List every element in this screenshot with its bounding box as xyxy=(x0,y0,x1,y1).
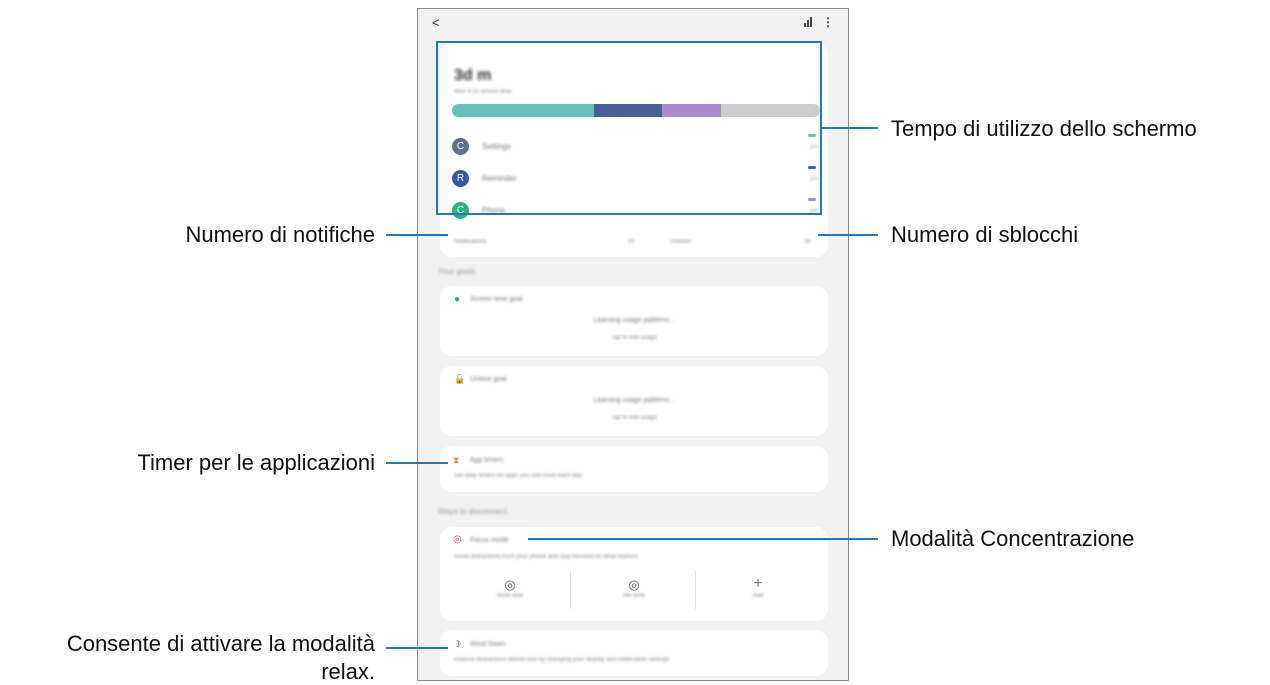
screen-time-goal-card[interactable]: ● Screen time goal Learning usage patter… xyxy=(440,286,828,356)
moon-icon: ☽ xyxy=(453,639,462,649)
screen-time-goal-sub: Tap to edit usage xyxy=(611,335,657,341)
app-timers-card[interactable]: ⧗ App timers Set daily timers for apps y… xyxy=(440,446,828,492)
focus-mode-title: Focus mode xyxy=(470,537,509,544)
callout-line-screen-time xyxy=(822,127,878,129)
clock-icon: ● xyxy=(454,294,461,305)
ways-to-disconnect-heading: Ways to disconnect xyxy=(438,507,508,516)
hourglass-icon: ⧗ xyxy=(453,455,460,465)
callout-line-app-timers xyxy=(386,462,448,464)
screen-time-goal-title: Screen time goal xyxy=(470,296,523,303)
unlock-goal-card[interactable]: 🔓 Unlock goal Learning usage patterns...… xyxy=(440,366,828,436)
focus-me-button[interactable]: ◎ Me time xyxy=(584,577,684,599)
callout-unlocks: Numero di sblocchi xyxy=(891,222,1079,247)
callout-screen-time: Tempo di utilizzo dello schermo xyxy=(891,116,1197,141)
notifications-label: Notifications xyxy=(454,239,487,245)
focus-mode-desc: Avoid distractions from your phone and s… xyxy=(454,554,638,560)
callout-relax-line2: relax. xyxy=(321,659,375,684)
focus-work-button[interactable]: ◎ Work time xyxy=(460,577,560,599)
callout-line-unlocks xyxy=(818,234,878,236)
callout-line-notifications xyxy=(386,234,448,236)
work-mode-label: Work time xyxy=(496,593,524,599)
work-mode-icon: ◎ xyxy=(504,577,516,592)
your-goals-heading: Your goals xyxy=(438,267,476,276)
app-timers-desc: Set daily timers for apps you use most e… xyxy=(454,473,582,479)
divider xyxy=(695,571,696,609)
divider xyxy=(570,571,571,609)
add-mode-label: Add xyxy=(752,593,764,599)
signal-icon xyxy=(804,17,812,27)
screen-time-highlight xyxy=(436,41,822,215)
back-arrow-icon[interactable]: < xyxy=(432,15,440,30)
unlocks-label: Unlocks xyxy=(670,239,692,245)
me-mode-icon: ◎ xyxy=(628,577,640,592)
me-mode-label: Me time xyxy=(623,593,645,599)
wind-down-desc: Reduce distractions before bed by changi… xyxy=(454,657,670,663)
unlocks-value: 38 xyxy=(804,239,811,245)
callout-line-focus-mode xyxy=(528,538,878,540)
wind-down-card[interactable]: ☽ Wind Down Reduce distractions before b… xyxy=(440,630,828,676)
wind-down-title: Wind Down xyxy=(470,641,506,648)
top-app-bar: < ⋮ xyxy=(418,9,848,37)
unlock-goal-sub: Tap to edit usage xyxy=(611,415,657,421)
unlock-goal-title: Unlock goal xyxy=(470,376,507,383)
callout-app-timers: Timer per le applicazioni xyxy=(137,450,375,475)
screen-time-goal-status: Learning usage patterns... xyxy=(593,317,675,324)
app-timers-title: App timers xyxy=(470,457,504,464)
callout-relax-line1: Consente di attivare la modalità xyxy=(66,631,375,656)
lock-icon: 🔓 xyxy=(454,374,466,384)
callout-focus-mode: Modalità Concentrazione xyxy=(891,526,1135,551)
more-options-icon[interactable]: ⋮ xyxy=(822,15,834,29)
callout-notifications: Numero di notifiche xyxy=(185,222,375,247)
notifications-value: 30 xyxy=(628,239,635,245)
plus-icon: + xyxy=(753,575,763,592)
focus-mode-card[interactable]: ◎ Focus mode Avoid distractions from you… xyxy=(440,527,828,621)
callout-line-relax xyxy=(386,647,448,649)
unlock-goal-status: Learning usage patterns... xyxy=(593,397,675,404)
phone-screen: < ⋮ 3d m Mon 4:15 screen time C Settings… xyxy=(417,8,849,681)
focus-target-icon: ◎ xyxy=(453,534,462,545)
focus-add-button[interactable]: + Add xyxy=(708,575,808,599)
